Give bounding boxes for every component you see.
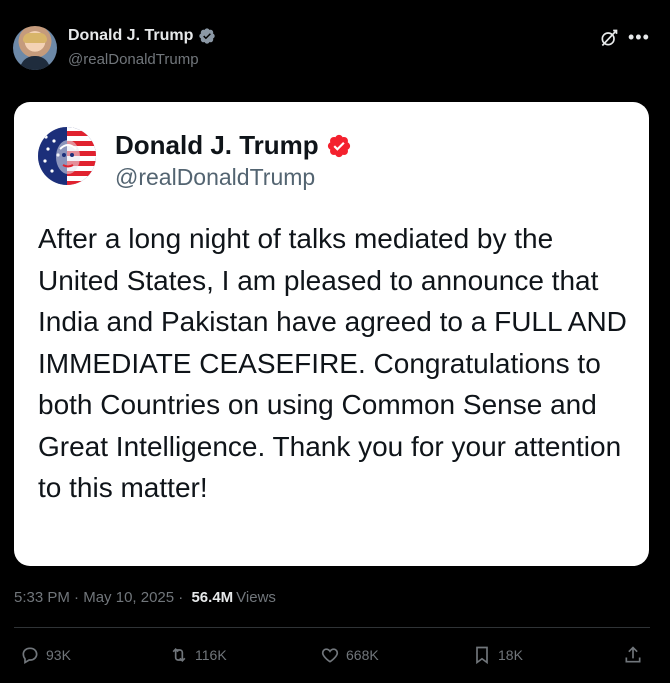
share-icon [625, 646, 641, 663]
embedded-display-name[interactable]: Donald J. Trump [115, 130, 319, 161]
reply-count: 93K [46, 647, 71, 663]
flag-portrait-icon [38, 127, 96, 185]
embedded-post-card[interactable]: Donald J. Trump @realDonaldTrump After a… [14, 102, 649, 566]
avatar-suit [20, 56, 50, 70]
like-button[interactable]: 668K [320, 641, 379, 669]
author-name-row: Donald J. Trump [68, 27, 216, 45]
embedded-handle[interactable]: @realDonaldTrump [115, 164, 315, 191]
avatar-hair [23, 33, 47, 43]
views-label: Views [236, 589, 276, 606]
repost-count: 116K [195, 647, 227, 663]
bookmark-button[interactable]: 18K [472, 641, 523, 669]
repost-button[interactable]: 116K [169, 641, 227, 669]
more-options-icon[interactable]: ••• [628, 27, 652, 49]
reply-button[interactable]: 93K [20, 641, 71, 669]
embedded-post-text: After a long night of talks mediated by … [38, 223, 627, 503]
like-count: 668K [346, 647, 379, 663]
embedded-name-row: Donald J. Trump [115, 130, 352, 161]
bookmark-icon [476, 646, 488, 665]
verified-badge-icon [199, 28, 216, 44]
post-meta: 5:33 PM · May 10, 2025 · 56.4M Views [14, 589, 276, 606]
grok-icon[interactable] [599, 28, 619, 48]
author-display-name[interactable]: Donald J. Trump [68, 27, 193, 45]
verified-badge-icon [327, 134, 350, 157]
embedded-author-avatar[interactable] [38, 127, 96, 185]
divider [14, 627, 650, 628]
post-date[interactable]: May 10, 2025 [83, 589, 174, 606]
action-bar: 93K 116K 668K 18K [0, 641, 670, 671]
meta-separator: · [174, 589, 188, 606]
post-time[interactable]: 5:33 PM [14, 589, 70, 606]
post-header: Donald J. Trump @realDonaldTrump ••• [0, 0, 670, 80]
heart-icon [321, 648, 339, 663]
repost-icon [172, 647, 186, 663]
bookmark-count: 18K [498, 647, 523, 663]
meta-separator: · [69, 589, 84, 606]
share-button[interactable] [623, 641, 643, 669]
views-count: 56.4M [191, 589, 234, 606]
author-handle[interactable]: @realDonaldTrump [68, 51, 199, 68]
reply-icon [22, 647, 38, 664]
author-avatar[interactable] [13, 26, 57, 70]
